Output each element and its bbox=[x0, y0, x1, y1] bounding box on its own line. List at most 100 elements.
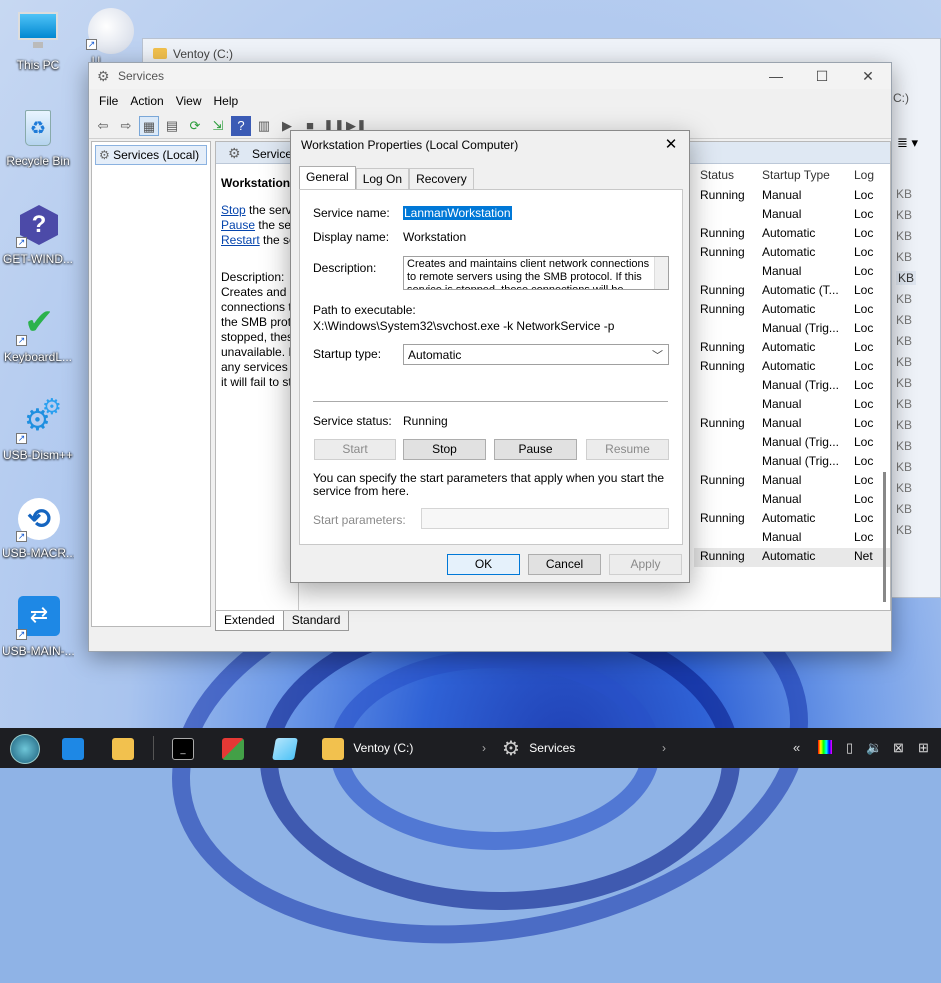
cell-status: Running bbox=[700, 245, 745, 259]
vertical-scrollbar[interactable] bbox=[883, 472, 886, 602]
cell-status: Running bbox=[700, 283, 745, 297]
description-label: Description: bbox=[313, 261, 377, 275]
services-icon: ⚙ bbox=[99, 148, 110, 162]
chevron-right-icon: › bbox=[662, 741, 666, 755]
help-icon: ? ↗ bbox=[16, 204, 60, 248]
cell-log-on-as: Loc bbox=[854, 321, 874, 335]
minimize-button[interactable]: — bbox=[753, 63, 799, 89]
size-cell: KB bbox=[896, 418, 913, 432]
start-parameters-input[interactable] bbox=[421, 508, 669, 529]
taskbar-notepad[interactable] bbox=[272, 736, 298, 760]
general-tab-panel: Service name: LanmanWorkstation Display … bbox=[299, 189, 683, 545]
tab-extended[interactable]: Extended bbox=[215, 611, 284, 631]
desktop-icon-keyboardl[interactable]: ✔ ↗ KeyboardL... bbox=[2, 302, 74, 365]
menu-action[interactable]: Action bbox=[124, 94, 169, 108]
cell-log-on-as: Loc bbox=[854, 264, 874, 278]
desktop-icon-usb-main[interactable]: ⇄ ↗ USB-MAIN-... bbox=[2, 596, 74, 658]
ok-button[interactable]: OK bbox=[447, 554, 520, 575]
taskbar-desktop[interactable] bbox=[62, 736, 84, 760]
size-cell: KB bbox=[896, 355, 913, 369]
pause-link[interactable]: Pause bbox=[221, 218, 255, 232]
taskbar-item-ventoy[interactable]: Ventoy (C:) › bbox=[322, 736, 486, 760]
export-icon[interactable]: ⇲ bbox=[208, 116, 228, 136]
console-tree-icon[interactable]: ▦ bbox=[139, 115, 159, 136]
taskbar-cmd[interactable]: _ bbox=[172, 736, 194, 760]
description-scrollbar[interactable] bbox=[654, 257, 668, 289]
cancel-button[interactable]: Cancel bbox=[528, 554, 601, 575]
service-name-value[interactable]: LanmanWorkstation bbox=[403, 206, 512, 220]
path-value[interactable]: X:\Windows\System32\svchost.exe -k Netwo… bbox=[313, 319, 614, 333]
stop-button[interactable]: Stop bbox=[403, 439, 486, 460]
column-status[interactable]: Status bbox=[700, 168, 734, 182]
desktop-icon-this-pc[interactable]: This PC bbox=[2, 10, 74, 72]
taskbar-app[interactable] bbox=[222, 736, 244, 760]
desktop-icon-recycle-bin[interactable]: ♻ Recycle Bin bbox=[2, 106, 74, 168]
tray-overflow-icon[interactable]: « bbox=[793, 740, 800, 755]
help-icon[interactable]: ? bbox=[231, 115, 251, 136]
menu-bar: File Action View Help bbox=[89, 89, 891, 113]
show-hide-icon[interactable]: ▥ bbox=[254, 116, 274, 136]
startup-type-select[interactable]: Automatic ﹀ bbox=[403, 344, 669, 365]
close-button[interactable]: ✕ bbox=[845, 63, 891, 89]
notepad-icon bbox=[272, 737, 298, 760]
display-name-value[interactable]: Workstation bbox=[403, 230, 466, 244]
desktop-icon-label: GET-WIND... bbox=[3, 252, 73, 266]
desktop-icon-u[interactable]: ↗ U bbox=[76, 6, 134, 68]
size-cell: KB bbox=[896, 292, 913, 306]
back-icon[interactable]: ⇦ bbox=[93, 116, 113, 136]
monitor-icon bbox=[16, 10, 60, 54]
usb-icon[interactable]: ▯ bbox=[846, 740, 853, 756]
tree-item-services-local[interactable]: ⚙ Services (Local) bbox=[95, 145, 207, 165]
start-button[interactable]: Start bbox=[314, 439, 396, 460]
menu-help[interactable]: Help bbox=[208, 94, 245, 108]
desktop-icon-label: This PC bbox=[16, 58, 60, 72]
resume-button[interactable]: Resume bbox=[586, 439, 669, 460]
network-icon[interactable]: ⊠ bbox=[893, 740, 904, 756]
cell-log-on-as: Loc bbox=[854, 435, 874, 449]
desktop-icon-label: USB-MACR... bbox=[2, 546, 74, 560]
start-button[interactable] bbox=[10, 734, 40, 764]
color-icon[interactable] bbox=[818, 740, 832, 757]
maximize-button[interactable]: ☐ bbox=[799, 63, 845, 89]
dialog-close-button[interactable]: ✕ bbox=[661, 135, 681, 155]
stop-link[interactable]: Stop bbox=[221, 203, 246, 217]
desktop-icon-get-windows[interactable]: ? ↗ GET-WIND... bbox=[2, 204, 74, 266]
cell-log-on-as: Loc bbox=[854, 302, 874, 316]
desktop-icon-usb-macrium[interactable]: ⟲ ↗ USB-MACR... bbox=[2, 498, 74, 560]
column-startup-type[interactable]: Startup Type bbox=[762, 168, 830, 182]
taskbar-item-services[interactable]: ⚙ Services › bbox=[502, 736, 666, 760]
description-textbox[interactable]: Creates and maintains client network con… bbox=[403, 256, 669, 290]
startup-type-value: Automatic bbox=[408, 348, 462, 362]
column-log-on-as[interactable]: Log bbox=[854, 168, 874, 182]
pause-button[interactable]: Pause bbox=[494, 439, 577, 460]
desktop-icon-usb-dism[interactable]: ⚙ ⚙ ↗ USB-Dism++ bbox=[2, 394, 74, 463]
properties-icon[interactable]: ▤ bbox=[162, 116, 182, 136]
view-options-icon[interactable]: ≣ ▾ bbox=[897, 135, 918, 151]
refresh-icon[interactable]: ⟳ bbox=[185, 116, 205, 136]
description-line: any services t bbox=[221, 360, 295, 374]
tab-standard[interactable]: Standard bbox=[282, 611, 350, 631]
size-cell: KB bbox=[896, 397, 913, 411]
forward-icon[interactable]: ⇨ bbox=[116, 116, 136, 136]
volume-icon[interactable]: 🔉 bbox=[866, 740, 882, 756]
cell-log-on-as: Loc bbox=[854, 416, 874, 430]
apply-button[interactable]: Apply bbox=[609, 554, 682, 575]
sliders-icon: ⇄ ↗ bbox=[16, 596, 60, 640]
sync-icon: ⟲ ↗ bbox=[16, 498, 60, 542]
size-cell: KB bbox=[896, 502, 913, 516]
tab-general[interactable]: General bbox=[299, 166, 356, 189]
taskbar-explorer[interactable] bbox=[112, 736, 134, 760]
tab-recovery[interactable]: Recovery bbox=[409, 168, 474, 191]
size-cell: KB bbox=[896, 271, 917, 285]
restart-link[interactable]: Restart bbox=[221, 233, 260, 247]
tab-log-on[interactable]: Log On bbox=[355, 168, 410, 191]
gears-icon: ⚙ ⚙ ↗ bbox=[16, 394, 62, 444]
cell-log-on-as: Loc bbox=[854, 283, 874, 297]
start-parameters-label: Start parameters: bbox=[313, 513, 406, 527]
menu-file[interactable]: File bbox=[93, 94, 124, 108]
desktop-icon-label: KeyboardL... bbox=[3, 350, 73, 364]
menu-view[interactable]: View bbox=[170, 94, 208, 108]
cell-log-on-as: Loc bbox=[854, 378, 874, 392]
language-icon[interactable]: ⊞ bbox=[918, 740, 929, 756]
workstation-properties-dialog[interactable]: Workstation Properties (Local Computer) … bbox=[290, 130, 690, 583]
